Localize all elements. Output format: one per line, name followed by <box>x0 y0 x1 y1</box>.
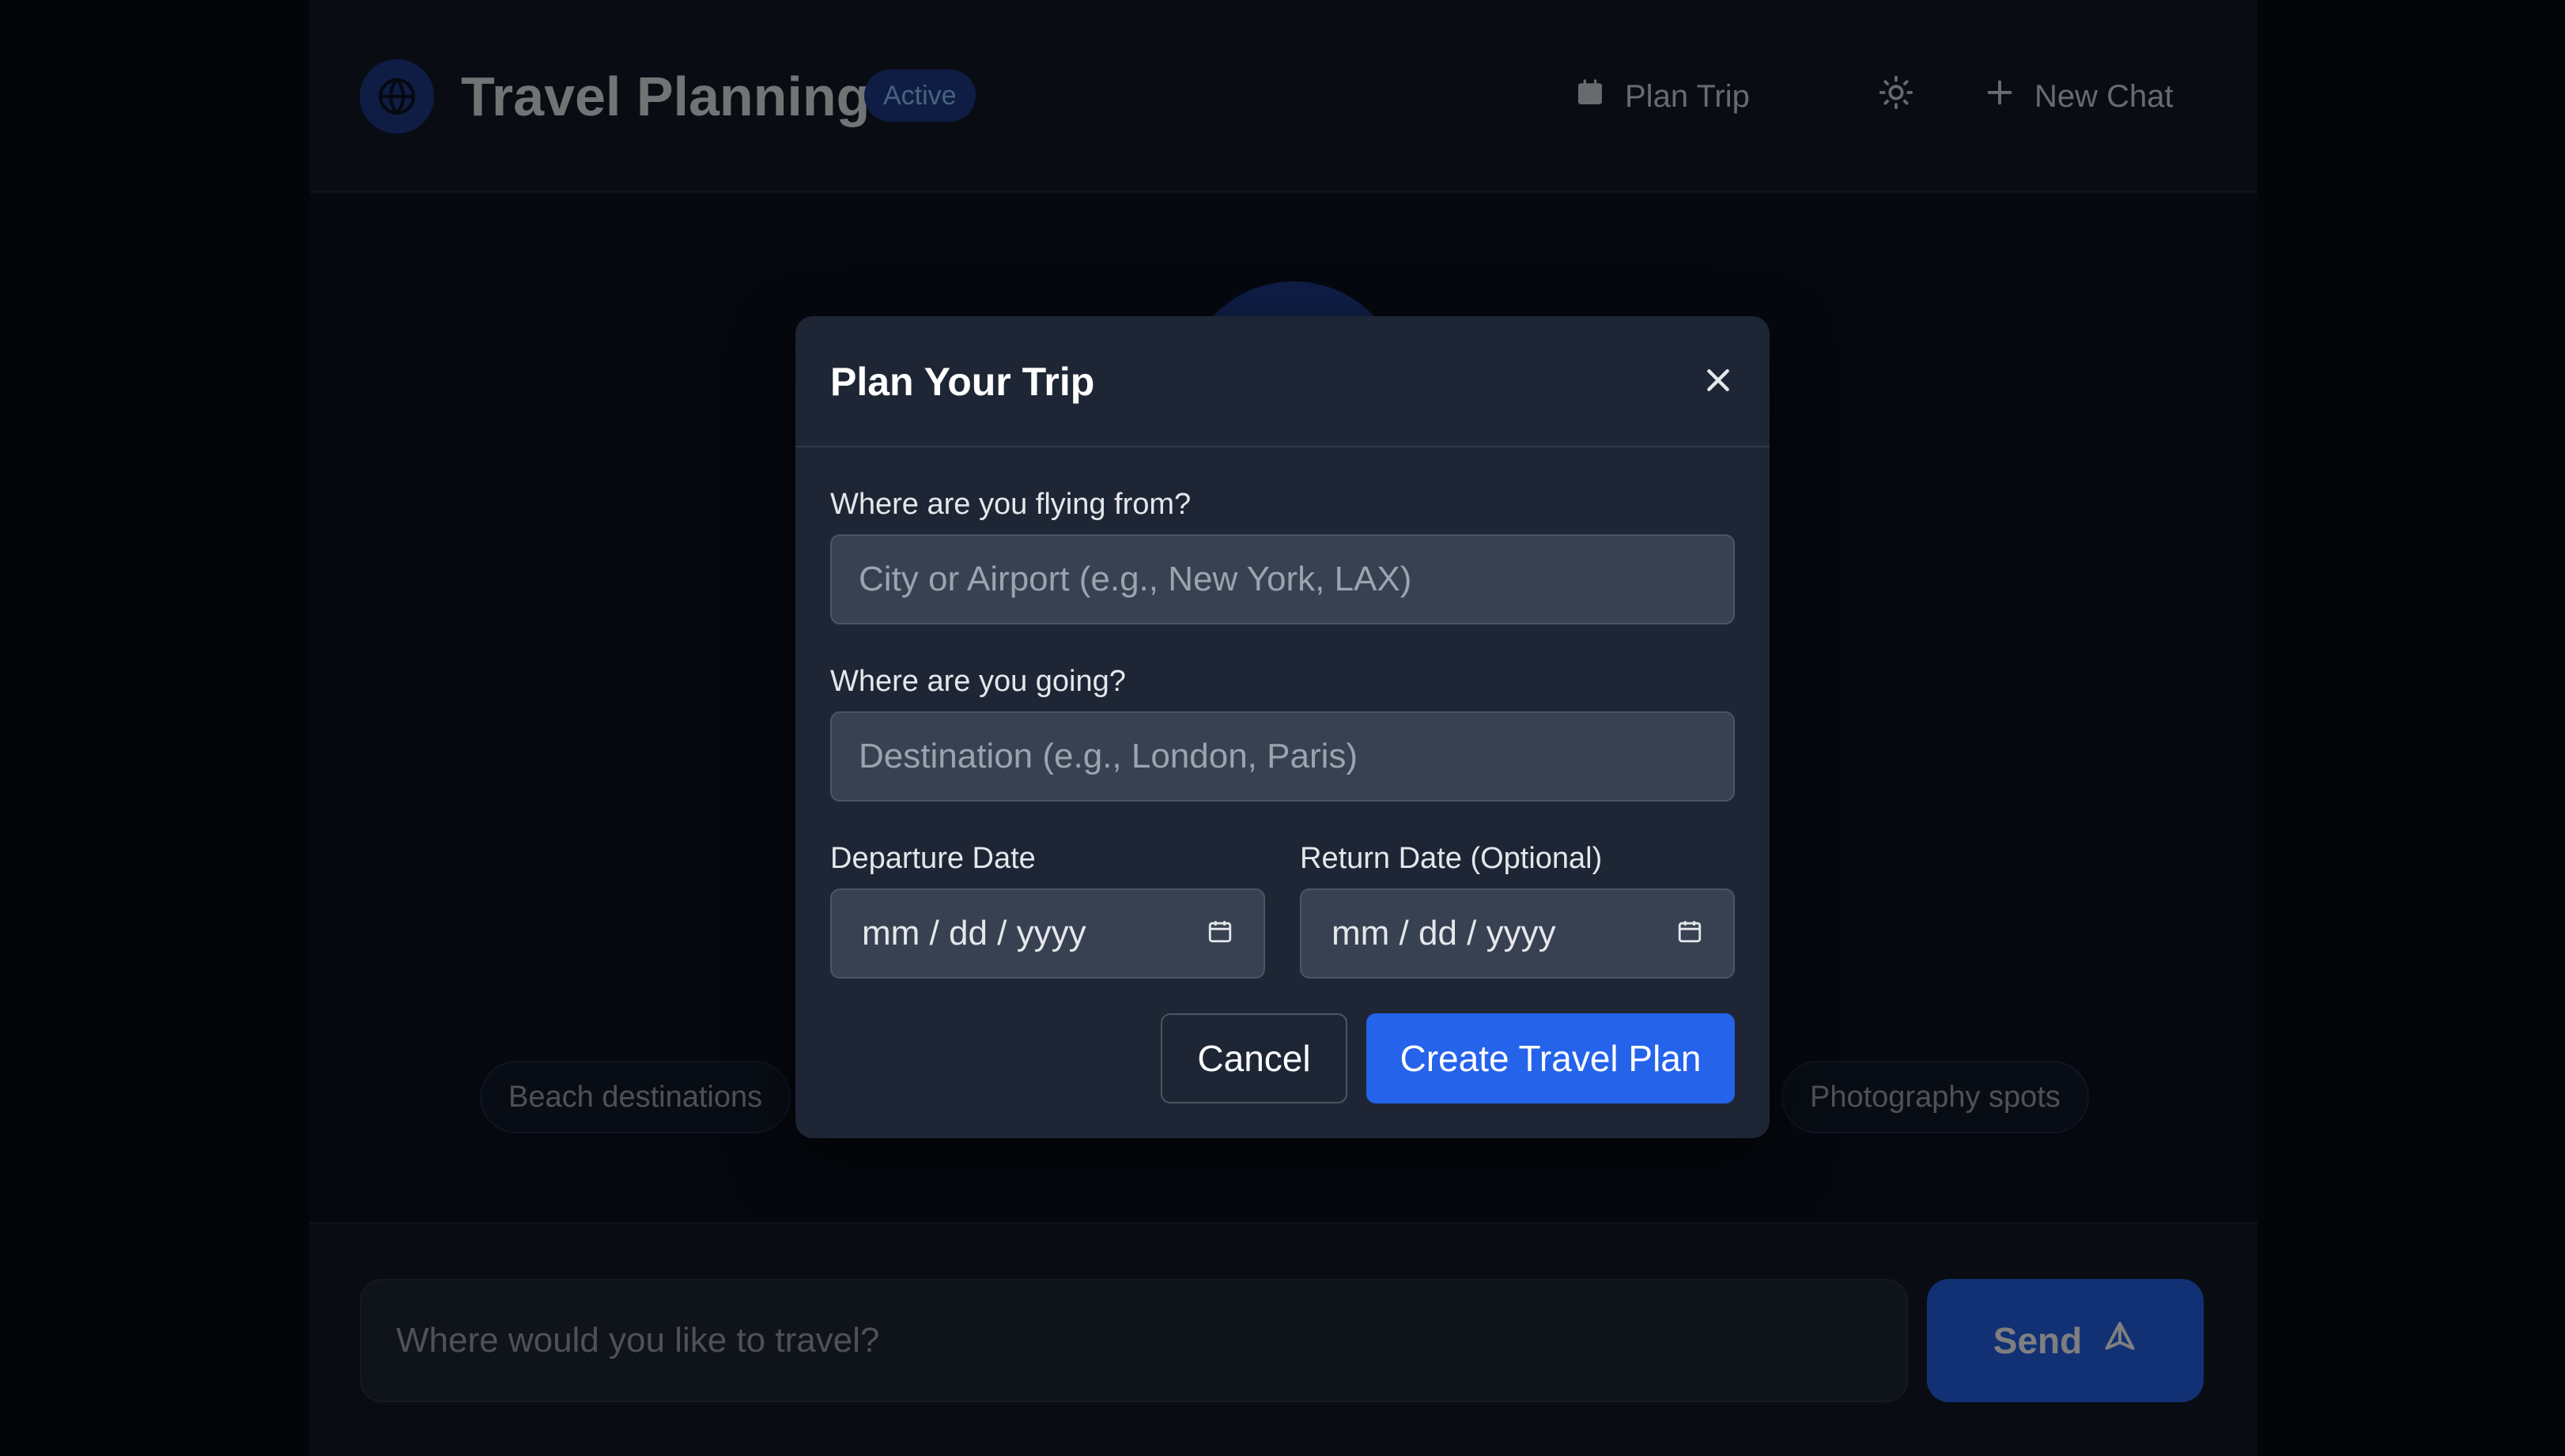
modal-header: Plan Your Trip <box>795 316 1770 447</box>
to-label: Where are you going? <box>830 665 1126 698</box>
calendar-icon[interactable] <box>1676 914 1703 953</box>
departure-date-input[interactable]: mm / dd / yyyy <box>830 888 1265 979</box>
return-label: Return Date (Optional) <box>1300 842 1603 875</box>
destination-input[interactable]: Destination (e.g., London, Paris) <box>830 711 1735 802</box>
from-input[interactable]: City or Airport (e.g., New York, LAX) <box>830 534 1735 624</box>
from-label: Where are you flying from? <box>830 488 1192 521</box>
plan-trip-modal: Plan Your Trip Where are you flying from… <box>795 316 1770 1138</box>
calendar-icon[interactable] <box>1207 914 1233 953</box>
close-icon <box>1702 364 1734 400</box>
modal-title: Plan Your Trip <box>830 360 1095 404</box>
departure-label: Departure Date <box>830 842 1036 875</box>
close-button[interactable] <box>1694 357 1743 406</box>
create-travel-plan-button[interactable]: Create Travel Plan <box>1366 1013 1735 1103</box>
cancel-button[interactable]: Cancel <box>1161 1013 1347 1103</box>
return-date-input[interactable]: mm / dd / yyyy <box>1300 888 1735 979</box>
departure-date-value: mm / dd / yyyy <box>862 914 1086 952</box>
return-date-value: mm / dd / yyyy <box>1332 914 1556 952</box>
